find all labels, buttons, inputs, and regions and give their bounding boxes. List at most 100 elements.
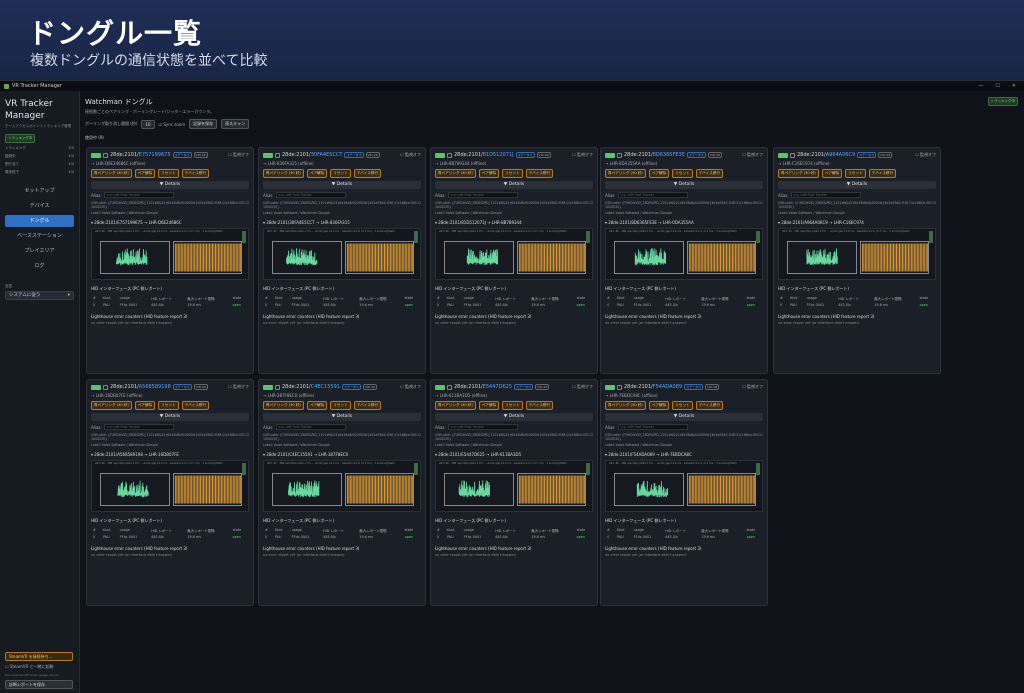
monitor-toggle[interactable]: ☐ 監視オフ bbox=[742, 152, 763, 158]
select-checkbox[interactable] bbox=[103, 384, 108, 390]
migrate-button[interactable]: デバイス移行 bbox=[181, 169, 210, 178]
device-row[interactable]: ▾ 28de:2101/C4EC15591 → LHR-387F8EC0 bbox=[263, 452, 421, 457]
reset-button[interactable]: リセット bbox=[158, 401, 179, 410]
select-checkbox[interactable] bbox=[617, 152, 622, 158]
unpair-button[interactable]: ペア解除 bbox=[478, 169, 500, 178]
steamvr-launch-checkbox[interactable]: ☐ SteamVR と一緒に起動 bbox=[5, 664, 73, 670]
details-toggle[interactable]: ▼ Details bbox=[91, 413, 249, 421]
monitor-toggle[interactable]: ☐ 監視オフ bbox=[572, 152, 593, 158]
alias-input[interactable]: e.g. Left Foot Tracker bbox=[275, 424, 346, 430]
rescan-button[interactable]: 再スキャン bbox=[221, 119, 250, 129]
reset-button[interactable]: リセット bbox=[330, 401, 351, 410]
reset-button[interactable]: リセット bbox=[502, 401, 523, 410]
unpair-button[interactable]: ペア解除 bbox=[134, 401, 156, 410]
device-row[interactable]: ▾ 28de:2101/A964A06C9 → LHR-C16EC974 bbox=[778, 220, 936, 225]
repair-button[interactable]: 再ペアリング (30 秒) bbox=[91, 169, 132, 178]
device-row[interactable]: ▾ 28de:2101/8D6365FE3E → LHR-0DA355AA bbox=[605, 220, 763, 225]
alias-input[interactable]: e.g. Left Foot Tracker bbox=[275, 192, 346, 198]
graph-zoom-button[interactable] bbox=[414, 463, 418, 476]
graph-zoom-button[interactable] bbox=[586, 231, 590, 244]
migrate-button[interactable]: デバイス移行 bbox=[695, 401, 724, 410]
select-checkbox[interactable] bbox=[447, 152, 452, 158]
select-checkbox[interactable] bbox=[447, 384, 452, 390]
details-toggle[interactable]: ▼ Details bbox=[778, 181, 936, 189]
graph-zoom-button[interactable] bbox=[929, 231, 933, 244]
select-checkbox[interactable] bbox=[103, 152, 108, 158]
select-checkbox[interactable] bbox=[617, 384, 622, 390]
language-select[interactable]: システムに従う bbox=[5, 291, 74, 300]
graph-zoom-button[interactable] bbox=[756, 231, 760, 244]
migrate-button[interactable]: デバイス移行 bbox=[353, 169, 382, 178]
details-toggle[interactable]: ▼ Details bbox=[263, 181, 421, 189]
details-toggle[interactable]: ▼ Details bbox=[605, 413, 763, 421]
unpair-button[interactable]: ペア解除 bbox=[648, 169, 670, 178]
repair-button[interactable]: 再ペアリング (30 秒) bbox=[91, 401, 132, 410]
poll-input[interactable]: 10 bbox=[141, 119, 155, 129]
graph-zoom-button[interactable] bbox=[756, 463, 760, 476]
monitor-toggle[interactable]: ☐ 監視オフ bbox=[400, 152, 421, 158]
nav-item[interactable]: セットアップ bbox=[5, 185, 74, 197]
alias-input[interactable]: e.g. Left Foot Tracker bbox=[617, 424, 688, 430]
monitor-toggle[interactable]: ☐ 監視オフ bbox=[228, 152, 249, 158]
save-log-button[interactable]: 記録を保存 bbox=[189, 119, 218, 129]
migrate-button[interactable]: デバイス移行 bbox=[868, 169, 897, 178]
graph-zoom-button[interactable] bbox=[586, 463, 590, 476]
details-toggle[interactable]: ▼ Details bbox=[91, 181, 249, 189]
maximize-button[interactable]: ☐ bbox=[995, 83, 999, 89]
repair-button[interactable]: 再ペアリング (30 秒) bbox=[605, 169, 646, 178]
reset-button[interactable]: リセット bbox=[330, 169, 351, 178]
migrate-button[interactable]: デバイス移行 bbox=[525, 401, 554, 410]
device-row[interactable]: ▾ 28de:2101/30FA4E5CCT → LHR-830FA315 bbox=[263, 220, 421, 225]
alias-input[interactable]: e.g. Left Foot Tracker bbox=[790, 192, 861, 198]
nav-item[interactable]: プレイエリア bbox=[5, 245, 74, 257]
repair-button[interactable]: 再ペアリング (30 秒) bbox=[263, 169, 304, 178]
reset-button[interactable]: リセット bbox=[158, 169, 179, 178]
migrate-button[interactable]: デバイス移行 bbox=[695, 169, 724, 178]
monitor-toggle[interactable]: ☐ 監視オフ bbox=[915, 152, 936, 158]
select-checkbox[interactable] bbox=[275, 384, 280, 390]
reset-button[interactable]: リセット bbox=[672, 401, 693, 410]
graph-zoom-button[interactable] bbox=[414, 231, 418, 244]
repair-button[interactable]: 再ペアリング (30 秒) bbox=[605, 401, 646, 410]
device-row[interactable]: ▾ 28de:2101/E757199675 → LHR-D6E24686C bbox=[91, 220, 249, 225]
details-toggle[interactable]: ▼ Details bbox=[605, 181, 763, 189]
graph-zoom-button[interactable] bbox=[242, 231, 246, 244]
graph-zoom-button[interactable] bbox=[242, 463, 246, 476]
alias-input[interactable]: e.g. Left Foot Tracker bbox=[447, 424, 518, 430]
save-report-button[interactable]: 診断レポートを保存 bbox=[5, 680, 73, 689]
monitor-toggle[interactable]: ☐ 監視オフ bbox=[400, 384, 421, 390]
select-checkbox[interactable] bbox=[275, 152, 280, 158]
device-row[interactable]: ▾ 28de:2101/E5447D625 → LHR-611BA3D5 bbox=[435, 452, 593, 457]
nav-item[interactable]: ドングル bbox=[5, 215, 74, 227]
unpair-button[interactable]: ペア解除 bbox=[134, 169, 156, 178]
select-checkbox[interactable] bbox=[790, 152, 795, 158]
reset-button[interactable]: リセット bbox=[845, 169, 866, 178]
close-button[interactable]: ✕ bbox=[1012, 83, 1016, 89]
unpair-button[interactable]: ペア解除 bbox=[306, 169, 328, 178]
repair-button[interactable]: 再ペアリング (30 秒) bbox=[778, 169, 819, 178]
monitor-toggle[interactable]: ☐ 監視オフ bbox=[228, 384, 249, 390]
reset-button[interactable]: リセット bbox=[502, 169, 523, 178]
details-toggle[interactable]: ▼ Details bbox=[435, 181, 593, 189]
migrate-button[interactable]: デバイス移行 bbox=[353, 401, 382, 410]
nav-item[interactable]: ログ bbox=[5, 260, 74, 272]
alias-input[interactable]: e.g. Left Foot Tracker bbox=[103, 424, 174, 430]
unpair-button[interactable]: ペア解除 bbox=[306, 401, 328, 410]
nav-item[interactable]: デバイス bbox=[5, 200, 74, 212]
details-toggle[interactable]: ▼ Details bbox=[435, 413, 593, 421]
reset-button[interactable]: リセット bbox=[672, 169, 693, 178]
alias-input[interactable]: e.g. Left Foot Tracker bbox=[447, 192, 518, 198]
alias-input[interactable]: e.g. Left Foot Tracker bbox=[103, 192, 174, 198]
migrate-button[interactable]: デバイス移行 bbox=[525, 169, 554, 178]
alias-input[interactable]: e.g. Left Foot Tracker bbox=[617, 192, 688, 198]
unpair-button[interactable]: ペア解除 bbox=[478, 401, 500, 410]
repair-button[interactable]: 再ペアリング (30 秒) bbox=[435, 169, 476, 178]
monitor-toggle[interactable]: ☐ 監視オフ bbox=[572, 384, 593, 390]
monitor-toggle[interactable]: ☐ 監視オフ bbox=[742, 384, 763, 390]
minimize-button[interactable]: — bbox=[978, 83, 983, 89]
migrate-button[interactable]: デバイス移行 bbox=[181, 401, 210, 410]
details-toggle[interactable]: ▼ Details bbox=[263, 413, 421, 421]
sync-zoom-checkbox[interactable]: ☑ Sync zoom bbox=[159, 122, 186, 127]
device-row[interactable]: ▾ 28de:2101/F54ADA089 → LHR-7EBDCA8C bbox=[605, 452, 763, 457]
nav-item[interactable]: ベースステーション bbox=[5, 230, 74, 242]
